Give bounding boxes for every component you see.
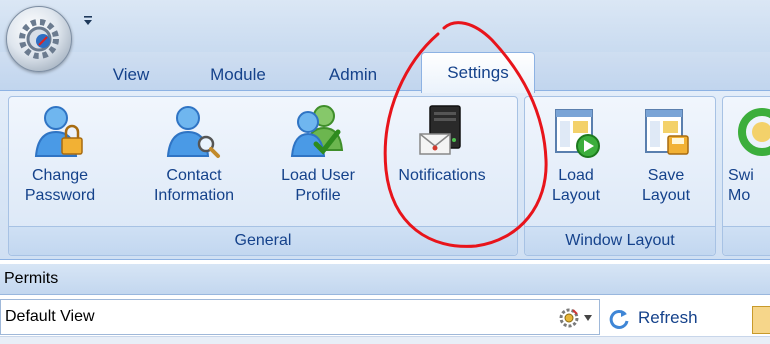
tab-view[interactable]: View xyxy=(100,60,162,90)
save-layout-label: Save Layout xyxy=(641,167,691,204)
toolbar-button-partial[interactable] xyxy=(752,306,770,334)
tab-admin[interactable]: Admin xyxy=(316,60,390,90)
title-bar xyxy=(0,0,770,52)
refresh-button[interactable]: Refresh xyxy=(608,302,698,334)
switch-mode-button[interactable]: Swi Mo xyxy=(724,98,770,224)
users-check-icon xyxy=(290,105,344,157)
refresh-label: Refresh xyxy=(638,308,698,327)
tab-module[interactable]: Module xyxy=(196,60,280,90)
tab-settings[interactable]: Settings xyxy=(421,52,535,93)
refresh-icon xyxy=(609,309,629,329)
chevron-down-icon[interactable] xyxy=(583,314,593,322)
contact-information-button[interactable]: Contact Information xyxy=(140,98,248,224)
notifications-button[interactable]: Notifications xyxy=(380,98,504,224)
layout-load-icon xyxy=(555,109,600,158)
switch-mode-label: Swi Mo xyxy=(728,167,754,204)
user-search-icon xyxy=(166,106,220,158)
group-caption-window-layout: Window Layout xyxy=(525,226,715,255)
group-caption-general: General xyxy=(9,226,517,255)
notifications-label: Notifications xyxy=(398,167,486,184)
application-menu-button[interactable] xyxy=(6,6,72,72)
user-lock-icon xyxy=(34,106,83,157)
save-layout-button[interactable]: Save Layout xyxy=(626,98,706,224)
view-select[interactable]: Default View xyxy=(0,299,600,335)
load-user-profile-label: Load User Profile xyxy=(281,167,355,204)
view-select-value: Default View xyxy=(5,308,95,325)
load-layout-button[interactable]: Load Layout xyxy=(536,98,616,224)
layout-save-icon xyxy=(645,109,689,155)
change-password-label: Change Password xyxy=(24,167,96,204)
view-settings-icon[interactable] xyxy=(557,306,581,330)
load-user-profile-button[interactable]: Load User Profile xyxy=(266,98,370,224)
quick-access-dropdown-icon[interactable] xyxy=(82,14,94,28)
group-caption-switch xyxy=(723,226,770,255)
switch-mode-icon xyxy=(738,108,770,156)
contact-information-label: Contact Information xyxy=(153,167,235,204)
gear-icon xyxy=(19,19,59,59)
section-header: Permits xyxy=(0,264,770,295)
mail-server-icon xyxy=(419,105,461,155)
section-title: Permits xyxy=(4,270,59,287)
change-password-button[interactable]: Change Password xyxy=(16,98,104,224)
load-layout-label: Load Layout xyxy=(551,167,601,204)
